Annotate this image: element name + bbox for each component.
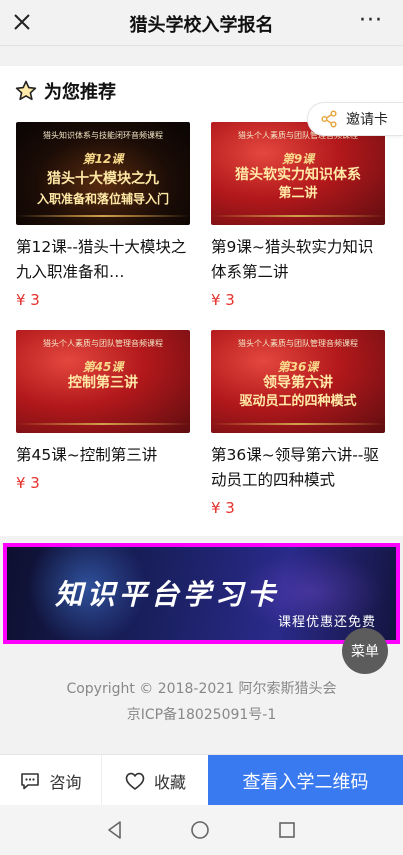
thumb-decoration — [211, 423, 385, 425]
thumb-line1: 猎头软实力知识体系 — [235, 167, 361, 183]
course-thumbnail[interactable]: 猎头个人素质与团队管理音频课程 第9课 猎头软实力知识体系 第二讲 — [211, 122, 385, 225]
thumb-line2: 入职准备和落位辅导入门 — [36, 192, 169, 206]
course-price: ¥ 3 — [16, 474, 40, 492]
course-price: ¥ 3 — [16, 291, 40, 309]
section-title: 为您推荐 — [44, 82, 116, 103]
icp-record-text[interactable]: 京ICP备18025091号-1 — [0, 704, 403, 724]
course-card[interactable]: 猎头个人素质与团队管理音频课程 第9课 猎头软实力知识体系 第二讲 第9课~猎头… — [211, 122, 389, 309]
invite-card-label: 邀请卡 — [346, 112, 388, 128]
favorite-button[interactable]: 收藏 — [103, 755, 207, 806]
thumb-series: 猎头个人素质与团队管理音频课程 — [238, 339, 358, 348]
home-icon[interactable] — [189, 819, 211, 841]
star-icon — [15, 80, 37, 101]
consult-label: 咨询 — [49, 772, 82, 792]
recommend-section: 为您推荐 猎头知识体系与技能闭环音频课程 第12课 猎头十大模块之九 入职准备和… — [0, 66, 403, 536]
course-price: ¥ 3 — [211, 291, 235, 309]
share-icon — [321, 110, 337, 128]
course-thumbnail[interactable]: 猎头个人素质与团队管理音频课程 第45课 控制第三讲 — [16, 330, 190, 433]
banner-title: 知识平台学习卡 — [55, 578, 280, 611]
course-name[interactable]: 第9课~猎头软实力知识体系第二讲 — [211, 235, 387, 285]
more-menu-icon[interactable]: ··· — [359, 10, 383, 32]
course-card[interactable]: 猎头个人素质与团队管理音频课程 第45课 控制第三讲 第45课~控制第三讲 ¥ … — [16, 330, 194, 492]
top-bar: 猎头学校入学报名 ··· — [0, 0, 403, 46]
consult-button[interactable]: 咨询 — [0, 755, 102, 806]
recents-icon[interactable] — [276, 819, 298, 841]
learning-card-banner[interactable]: 知识平台学习卡 课程优惠还免费 — [3, 543, 400, 644]
view-qr-code-button[interactable]: 查看入学二维码 — [208, 755, 403, 806]
chat-icon — [21, 772, 40, 789]
course-card[interactable]: 猎头个人素质与团队管理音频课程 第36课 领导第六讲 驱动员工的四种模式 第36… — [211, 330, 389, 517]
course-price: ¥ 3 — [211, 499, 235, 517]
thumb-line1: 猎头十大模块之九 — [47, 171, 159, 187]
section-header: 为您推荐 — [14, 78, 116, 104]
menu-button[interactable]: 菜单 — [342, 628, 388, 674]
invite-card-button[interactable]: 邀请卡 — [307, 102, 403, 136]
close-icon[interactable] — [10, 10, 34, 34]
course-thumbnail[interactable]: 猎头知识体系与技能闭环音频课程 第12课 猎头十大模块之九 入职准备和落位辅导入… — [16, 122, 190, 225]
course-name[interactable]: 第36课~领导第六讲--驱动员工的四种模式 — [211, 443, 387, 493]
thumb-decoration — [16, 215, 190, 217]
back-icon[interactable] — [104, 819, 126, 841]
thumb-decoration — [16, 423, 190, 425]
page-title: 猎头学校入学报名 — [129, 15, 274, 36]
system-nav-bar — [0, 805, 403, 855]
copyright-text: Copyright © 2018-2021 阿尔索斯猎头会 — [66, 681, 337, 697]
thumb-line2: 第二讲 — [278, 186, 318, 201]
course-name[interactable]: 第12课--猎头十大模块之九入职准备和… — [16, 235, 192, 285]
thumb-line1: 控制第三讲 — [68, 375, 138, 391]
heart-icon — [125, 772, 145, 790]
thumb-line2: 驱动员工的四种模式 — [239, 394, 357, 409]
thumb-decoration — [211, 215, 385, 217]
course-card[interactable]: 猎头知识体系与技能闭环音频课程 第12课 猎头十大模块之九 入职准备和落位辅导入… — [16, 122, 194, 309]
thumb-series: 猎头知识体系与技能闭环音频课程 — [43, 131, 163, 140]
banner-subtitle: 课程优惠还免费 — [277, 615, 376, 630]
bottom-action-bar: 咨询 收藏 查看入学二维码 — [0, 754, 403, 806]
thumb-line1: 领导第六讲 — [263, 375, 333, 391]
course-name[interactable]: 第45课~控制第三讲 — [16, 443, 192, 468]
thumb-lesson: 第12课 — [82, 152, 124, 166]
course-thumbnail[interactable]: 猎头个人素质与团队管理音频课程 第36课 领导第六讲 驱动员工的四种模式 — [211, 330, 385, 433]
favorite-label: 收藏 — [153, 772, 186, 792]
thumb-series: 猎头个人素质与团队管理音频课程 — [43, 339, 163, 348]
